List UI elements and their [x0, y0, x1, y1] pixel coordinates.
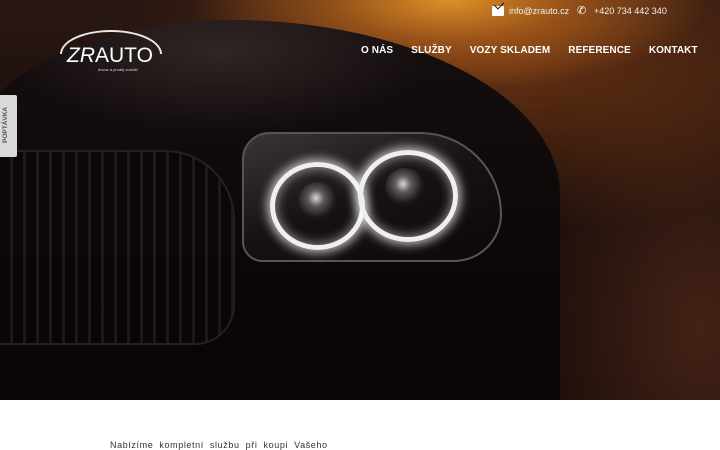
- hero-car-grille: [0, 150, 235, 345]
- nav-item-o-nas[interactable]: O NÁS: [361, 45, 393, 56]
- contact-phone-text[interactable]: +420 734 442 340: [594, 6, 667, 16]
- logo-tagline: dovoz a prodej vozidel: [98, 67, 138, 72]
- inquiry-side-tab-label: POPTÁVKA: [2, 106, 9, 143]
- nav-item-reference[interactable]: REFERENCE: [568, 45, 631, 56]
- main-nav: O NÁS SLUŽBY VOZY SKLADEM REFERENCE KONT…: [361, 45, 698, 56]
- site-logo[interactable]: ZRAUTO dovoz a prodej vozidel: [60, 30, 170, 75]
- inquiry-side-tab[interactable]: POPTÁVKA: [0, 95, 17, 157]
- contact-email[interactable]: info@zrauto.cz: [492, 6, 569, 16]
- contact-phone[interactable]: ✆ +420 734 442 340: [577, 5, 667, 17]
- phone-icon: ✆: [577, 5, 587, 17]
- nav-item-sluzby[interactable]: SLUŽBY: [411, 45, 452, 56]
- logo-wordmark: ZRAUTO: [67, 44, 153, 67]
- page: ZRAUTO dovoz a prodej vozidel info@zraut…: [0, 0, 720, 450]
- nav-item-vozy-skladem[interactable]: VOZY SKLADEM: [470, 45, 550, 56]
- headlight-lens-right: [385, 168, 425, 208]
- intro-text: Nabízíme kompletní službu při koupi Vaše…: [110, 440, 328, 450]
- nav-item-kontakt[interactable]: KONTAKT: [649, 45, 698, 56]
- headlight-lens-left: [298, 182, 338, 222]
- contact-email-text[interactable]: info@zrauto.cz: [509, 6, 569, 16]
- envelope-icon: [492, 6, 504, 16]
